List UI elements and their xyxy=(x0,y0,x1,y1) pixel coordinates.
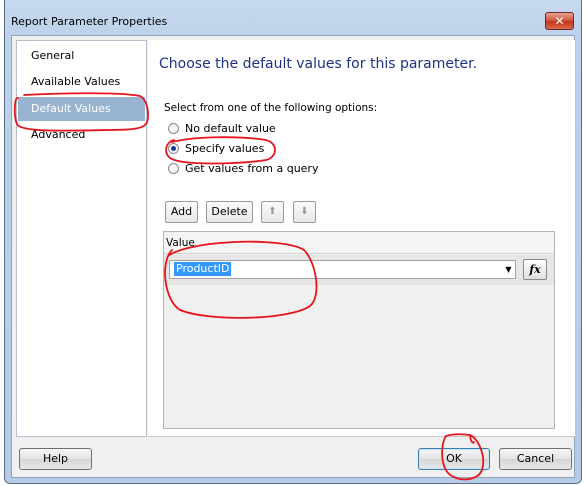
expression-button[interactable]: fx xyxy=(523,259,547,280)
radio-label: Specify values xyxy=(185,142,265,155)
close-button[interactable]: ✕ xyxy=(545,12,574,30)
cancel-button[interactable]: Cancel xyxy=(499,448,572,470)
nav-pane: General Available Values Default Values … xyxy=(16,40,147,437)
nav-item-general[interactable]: General xyxy=(18,44,145,68)
radio-no-default[interactable]: No default value xyxy=(168,121,276,137)
delete-button[interactable]: Delete xyxy=(206,201,253,223)
grid-column-header: Value xyxy=(166,237,195,249)
arrow-up-icon: ⬆ xyxy=(268,206,277,217)
help-button[interactable]: Help xyxy=(19,448,92,470)
nav-item-available-values[interactable]: Available Values xyxy=(18,70,145,94)
nav-item-default-values[interactable]: Default Values xyxy=(18,97,145,121)
radio-button[interactable] xyxy=(168,143,179,154)
radio-specify-values[interactable]: Specify values xyxy=(168,141,264,157)
ok-button[interactable]: OK xyxy=(418,448,490,470)
options-label: Select from one of the following options… xyxy=(164,102,378,114)
radio-label: Get values from a query xyxy=(185,162,319,175)
move-up-button[interactable]: ⬆ xyxy=(261,201,284,223)
chevron-down-icon[interactable]: ▼ xyxy=(502,261,515,278)
arrow-down-icon: ⬇ xyxy=(300,206,309,217)
radio-label: No default value xyxy=(185,122,276,135)
close-icon: ✕ xyxy=(554,14,565,28)
page-heading: Choose the default values for this param… xyxy=(159,56,478,72)
radio-query[interactable]: Get values from a query xyxy=(168,161,318,177)
grid-header xyxy=(164,232,554,254)
radio-button[interactable] xyxy=(168,123,179,134)
radio-button[interactable] xyxy=(168,163,179,174)
nav-item-advanced[interactable]: Advanced xyxy=(18,123,145,147)
add-button[interactable]: Add xyxy=(165,201,198,223)
move-down-button[interactable]: ⬇ xyxy=(293,201,316,223)
value-input[interactable]: ProductID xyxy=(174,262,232,276)
fx-icon: fx xyxy=(529,263,541,276)
window-title: Report Parameter Properties xyxy=(11,15,168,28)
